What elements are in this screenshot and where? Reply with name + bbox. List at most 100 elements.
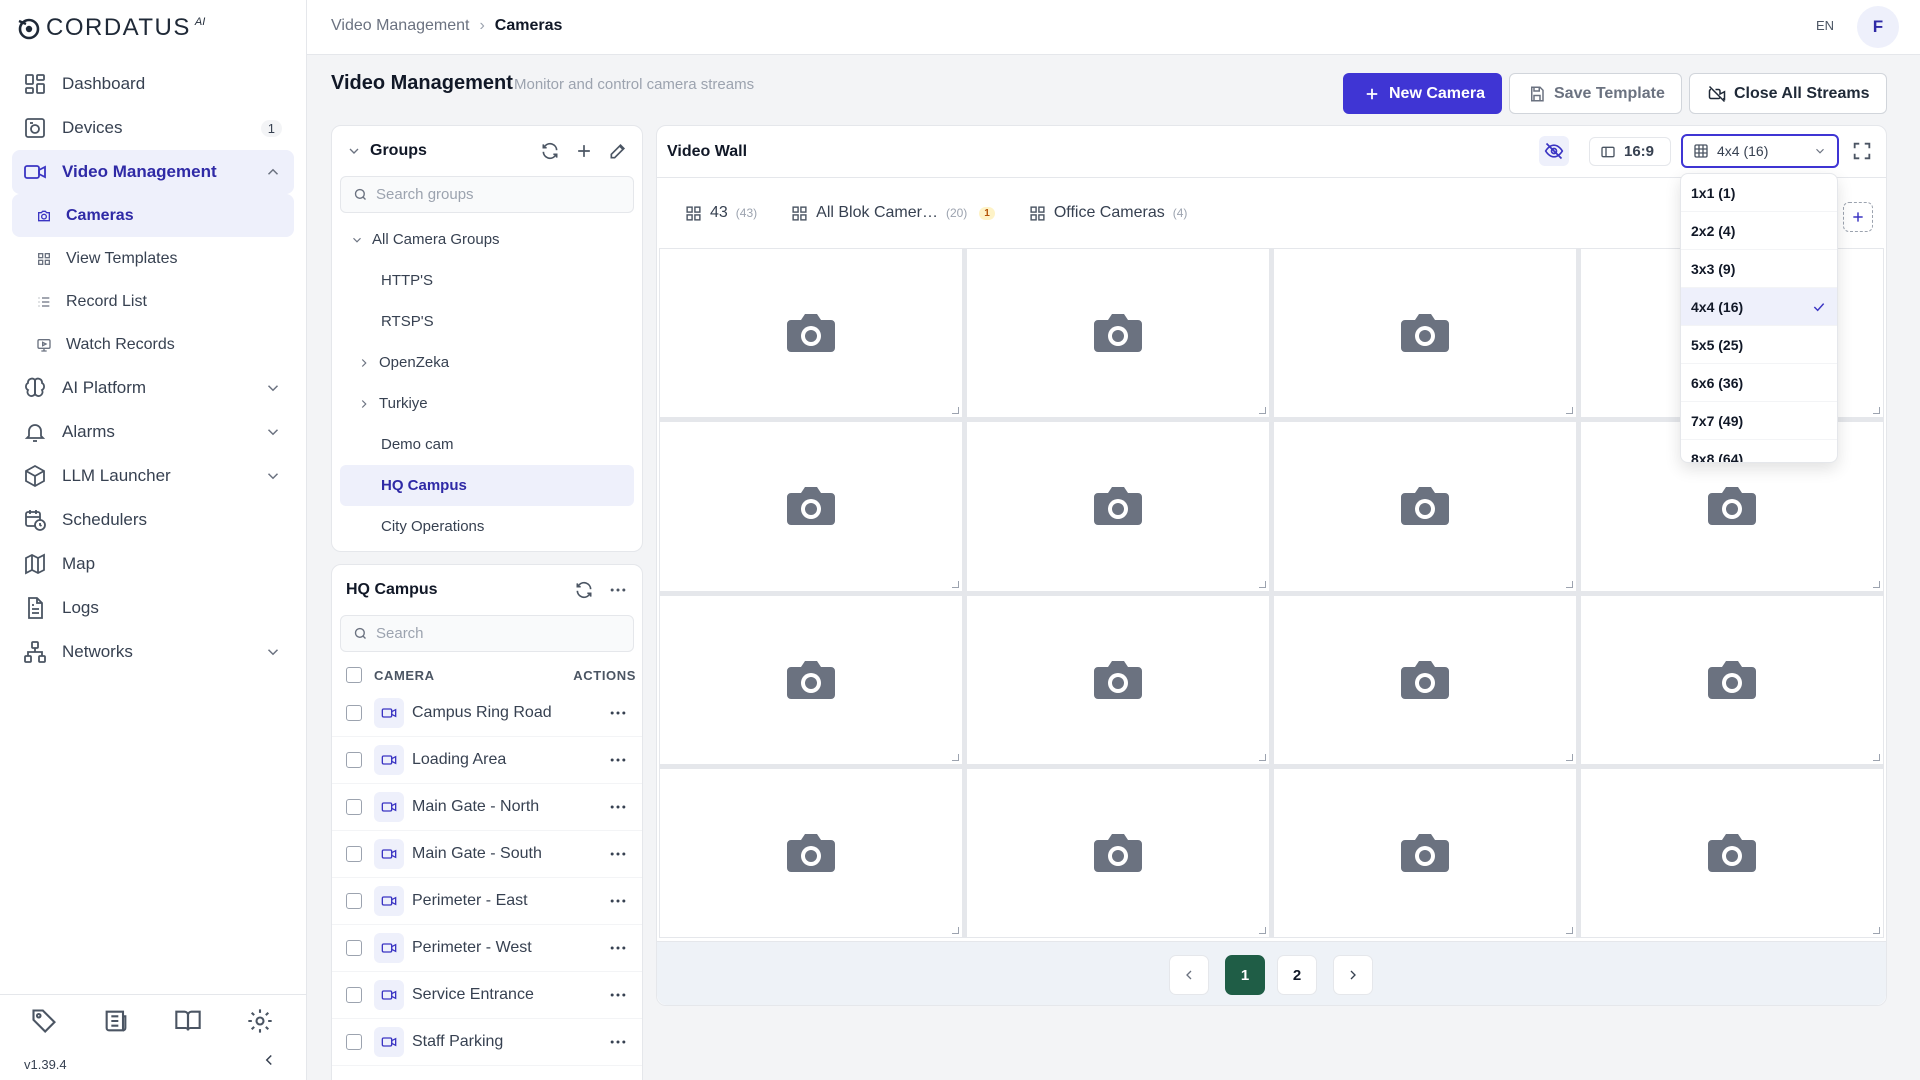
row-checkbox[interactable]	[346, 940, 362, 956]
resize-handle[interactable]	[1566, 407, 1573, 415]
search-groups-input[interactable]: Search groups	[340, 176, 634, 213]
collapse-sidebar-icon[interactable]	[260, 1051, 278, 1069]
sidebar-item-cameras[interactable]: Cameras	[12, 194, 294, 237]
sidebar-item-ai-platform[interactable]: AI Platform	[12, 366, 294, 410]
table-row[interactable]: Campus Ring Road	[332, 690, 642, 737]
fullscreen-icon[interactable]	[1851, 140, 1873, 162]
tree-item-hq-campus[interactable]: HQ Campus	[340, 465, 634, 506]
save-template-button[interactable]: Save Template	[1509, 73, 1682, 114]
page-1-button[interactable]: 1	[1225, 955, 1265, 995]
resize-handle[interactable]	[1259, 580, 1266, 588]
video-tile[interactable]	[1580, 767, 1884, 938]
resize-handle[interactable]	[1259, 927, 1266, 934]
table-row[interactable]: Loading Area	[332, 737, 642, 784]
sidebar-item-schedulers[interactable]: Schedulers	[12, 498, 294, 542]
close-all-streams-button[interactable]: Close All Streams	[1689, 73, 1887, 114]
grid-option[interactable]: 5x5 (25)	[1681, 326, 1837, 364]
tab-43[interactable]: 43 (43)	[685, 204, 757, 222]
video-tile[interactable]	[966, 594, 1270, 765]
table-row[interactable]: Main Gate - North	[332, 784, 642, 831]
row-checkbox[interactable]	[346, 1034, 362, 1050]
table-row[interactable]: Staff Parking	[332, 1019, 642, 1066]
video-tile[interactable]	[659, 421, 963, 592]
newspaper-icon[interactable]	[102, 1007, 130, 1035]
video-tile[interactable]	[659, 248, 963, 419]
sidebar-item-map[interactable]: Map	[12, 542, 294, 586]
resize-handle[interactable]	[952, 753, 959, 761]
tree-item-city-operations[interactable]: City Operations	[340, 506, 634, 547]
video-tile[interactable]	[1273, 767, 1577, 938]
resize-handle[interactable]	[1566, 580, 1573, 588]
chevron-up-icon[interactable]	[264, 163, 282, 181]
sidebar-item-view-templates[interactable]: View Templates	[12, 237, 294, 280]
tree-item-openzeka[interactable]: OpenZeka	[340, 342, 634, 383]
chevron-down-icon[interactable]	[346, 143, 362, 159]
row-checkbox[interactable]	[346, 987, 362, 1003]
chevron-down-icon[interactable]	[264, 423, 282, 441]
next-page-button[interactable]	[1333, 955, 1373, 995]
sidebar-item-record-list[interactable]: Record List	[12, 280, 294, 323]
sidebar-item-llm-launcher[interactable]: LLM Launcher	[12, 454, 294, 498]
resize-handle[interactable]	[1873, 927, 1880, 934]
edit-icon[interactable]	[608, 141, 628, 161]
sidebar-item-video-management[interactable]: Video Management	[12, 150, 294, 194]
grid-option[interactable]: 4x4 (16)	[1681, 288, 1837, 326]
select-all-checkbox[interactable]	[346, 667, 362, 683]
table-row[interactable]: Perimeter - West	[332, 925, 642, 972]
grid-layout-select[interactable]: 4x4 (16)	[1681, 134, 1839, 168]
chevron-right-icon[interactable]	[357, 397, 371, 411]
chevron-down-icon[interactable]	[264, 379, 282, 397]
video-tile[interactable]	[659, 594, 963, 765]
add-tab-button[interactable]	[1843, 202, 1873, 232]
video-tile[interactable]	[659, 767, 963, 938]
more-icon[interactable]	[608, 750, 628, 770]
resize-handle[interactable]	[952, 927, 959, 934]
gear-icon[interactable]	[246, 1007, 274, 1035]
row-checkbox[interactable]	[346, 846, 362, 862]
resize-handle[interactable]	[1873, 580, 1880, 588]
add-group-icon[interactable]	[574, 141, 594, 161]
video-tile[interactable]	[1273, 594, 1577, 765]
avatar[interactable]: F	[1857, 6, 1899, 48]
more-icon[interactable]	[608, 797, 628, 817]
row-checkbox[interactable]	[346, 752, 362, 768]
more-icon[interactable]	[608, 1032, 628, 1052]
tab-all-blok-cameras[interactable]: All Blok Camer… (20) 1	[791, 204, 995, 222]
grid-option[interactable]: 1x1 (1)	[1681, 174, 1837, 212]
video-tile[interactable]	[966, 767, 1270, 938]
resize-handle[interactable]	[1873, 407, 1880, 415]
more-icon[interactable]	[608, 844, 628, 864]
table-row[interactable]: Perimeter - East	[332, 878, 642, 925]
hide-overlay-button[interactable]	[1539, 136, 1569, 166]
more-icon[interactable]	[608, 938, 628, 958]
row-checkbox[interactable]	[346, 799, 362, 815]
resize-handle[interactable]	[1873, 753, 1880, 761]
prev-page-button[interactable]	[1169, 955, 1209, 995]
sidebar-item-logs[interactable]: Logs	[12, 586, 294, 630]
sidebar-item-devices[interactable]: Devices 1	[12, 106, 294, 150]
tree-item-all-camera-groups[interactable]: All Camera Groups	[340, 219, 634, 260]
video-tile[interactable]	[1273, 421, 1577, 592]
tab-office-cameras[interactable]: Office Cameras (4)	[1029, 204, 1187, 222]
more-icon[interactable]	[608, 580, 628, 600]
chevron-down-icon[interactable]	[350, 233, 364, 247]
breadcrumb-video-management[interactable]: Video Management	[331, 17, 469, 35]
resize-handle[interactable]	[1566, 753, 1573, 761]
video-tile[interactable]	[1273, 248, 1577, 419]
sidebar-item-alarms[interactable]: Alarms	[12, 410, 294, 454]
tree-item-demo-cam[interactable]: Demo cam	[340, 424, 634, 465]
aspect-ratio-toggle[interactable]: 16:9	[1589, 137, 1671, 166]
book-icon[interactable]	[174, 1007, 202, 1035]
new-camera-button[interactable]: New Camera	[1343, 73, 1502, 114]
table-row[interactable]: Main Gate - South	[332, 831, 642, 878]
resize-handle[interactable]	[952, 580, 959, 588]
language-switcher[interactable]: EN	[1816, 18, 1834, 33]
chevron-down-icon[interactable]	[264, 643, 282, 661]
sidebar-item-networks[interactable]: Networks	[12, 630, 294, 674]
grid-option[interactable]: 3x3 (9)	[1681, 250, 1837, 288]
resize-handle[interactable]	[1259, 407, 1266, 415]
page-2-button[interactable]: 2	[1277, 955, 1317, 995]
refresh-icon[interactable]	[540, 141, 560, 161]
sidebar-item-dashboard[interactable]: Dashboard	[12, 62, 294, 106]
search-cameras-input[interactable]: Search	[340, 615, 634, 652]
